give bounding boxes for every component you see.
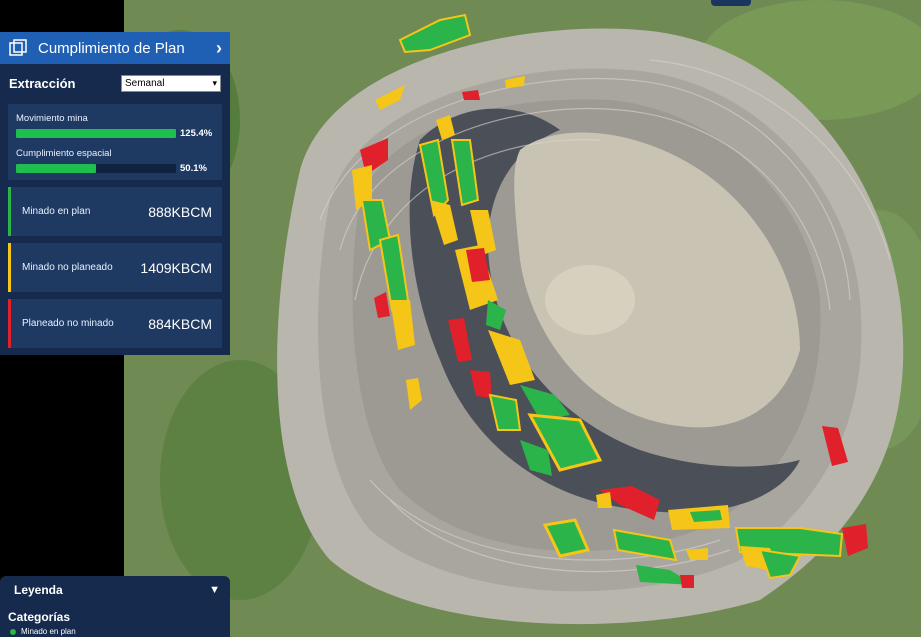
stat-card-planeado-no-minado: Planeado no minado 884KBCM bbox=[8, 299, 222, 348]
map-top-control[interactable] bbox=[711, 0, 751, 6]
section-label: Extracción bbox=[9, 75, 76, 91]
legend-panel: Leyenda ▼ Categorías Minado en plan bbox=[0, 576, 230, 637]
progress-value: 50.1% bbox=[180, 163, 207, 174]
panel-header[interactable]: Cumplimiento de Plan › bbox=[0, 32, 230, 64]
legend-subtitle: Categorías bbox=[8, 610, 71, 624]
progress-label: Movimiento mina bbox=[16, 113, 88, 124]
stat-value: 1409KBCM bbox=[140, 259, 212, 276]
chevron-right-icon[interactable]: › bbox=[216, 38, 222, 59]
stat-value: 888KBCM bbox=[148, 203, 212, 220]
progress-fill bbox=[16, 164, 97, 173]
progress-value: 125.4% bbox=[180, 128, 213, 139]
legend-item-label: Minado en plan bbox=[21, 627, 76, 636]
legend-title: Leyenda bbox=[14, 583, 63, 597]
legend-item: Minado en plan bbox=[0, 627, 230, 636]
layers-icon bbox=[9, 39, 27, 56]
stat-value: 884KBCM bbox=[148, 315, 212, 332]
legend-header[interactable]: Leyenda ▼ bbox=[0, 576, 230, 604]
progress-track bbox=[16, 164, 176, 173]
stat-label: Planeado no minado bbox=[22, 318, 114, 329]
period-select-value: Semanal bbox=[125, 77, 165, 89]
stat-card-minado-en-plan: Minado en plan 888KBCM bbox=[8, 187, 222, 236]
period-select[interactable]: Semanal ▾ bbox=[121, 74, 221, 92]
chevron-down-icon[interactable]: ▼ bbox=[209, 584, 220, 596]
stat-label: Minado no planeado bbox=[22, 262, 113, 273]
plan-compliance-panel: Cumplimiento de Plan › Extracción Semana… bbox=[0, 32, 230, 355]
stat-label: Minado en plan bbox=[22, 206, 91, 217]
progress-label: Cumplimiento espacial bbox=[16, 148, 112, 159]
legend-dot bbox=[10, 628, 16, 635]
progress-box: Movimiento mina 125.4% Cumplimiento espa… bbox=[8, 104, 222, 180]
progress-fill bbox=[16, 129, 176, 138]
stat-card-minado-no-planeado: Minado no planeado 1409KBCM bbox=[8, 243, 222, 292]
progress-track bbox=[16, 129, 176, 138]
panel-title: Cumplimiento de Plan bbox=[38, 39, 185, 57]
chevron-down-icon: ▾ bbox=[212, 77, 217, 88]
